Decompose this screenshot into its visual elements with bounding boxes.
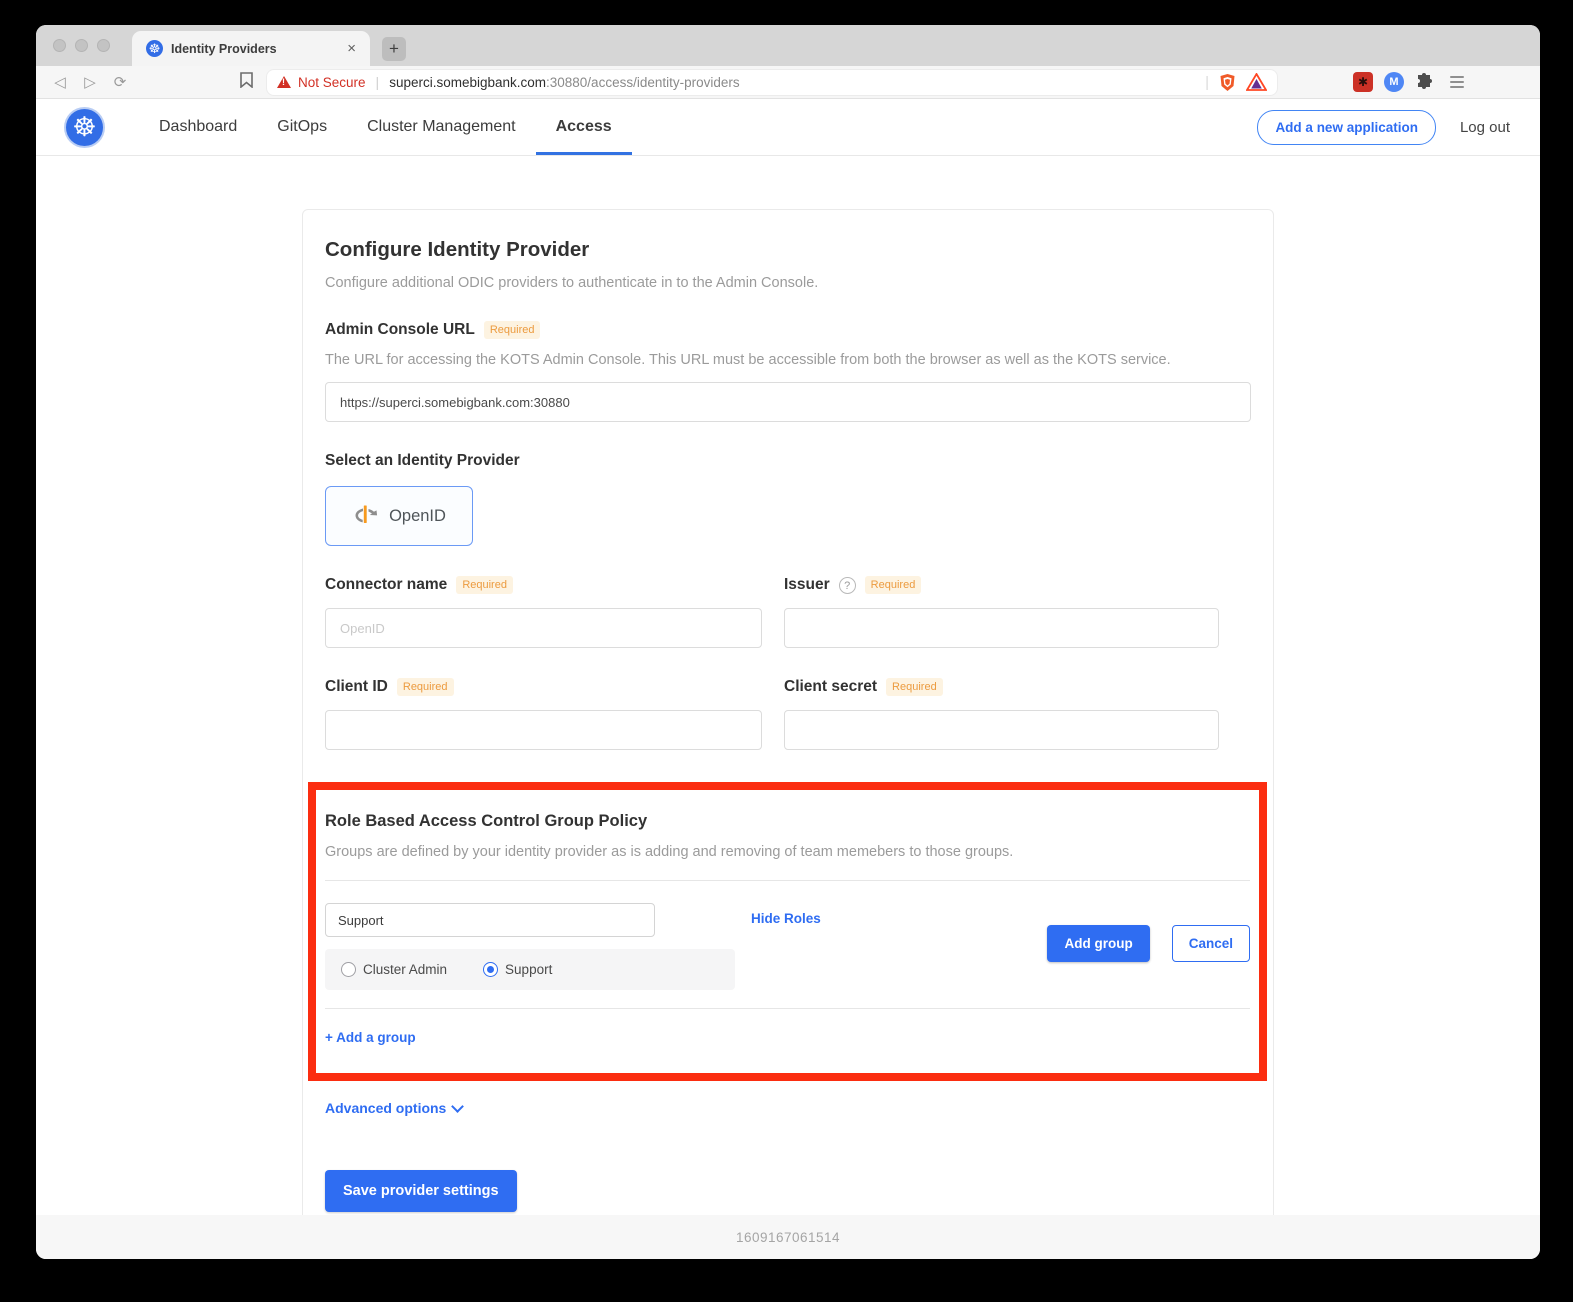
warning-triangle-icon	[277, 76, 291, 88]
save-provider-settings-button[interactable]: Save provider settings	[325, 1170, 517, 1212]
connector-name-label: Connector name	[325, 576, 447, 594]
select-provider-label: Select an Identity Provider	[325, 452, 520, 470]
issuer-input[interactable]	[784, 608, 1219, 648]
page-footer: 1609167061514	[36, 1215, 1540, 1259]
bat-triangle-icon[interactable]	[1246, 73, 1267, 91]
cancel-button[interactable]: Cancel	[1172, 925, 1250, 962]
divider	[325, 1008, 1250, 1009]
tab-strip: ☸ Identity Providers × +	[36, 25, 1540, 66]
back-icon[interactable]: ◁	[48, 73, 72, 91]
chevron-down-icon	[451, 1100, 464, 1113]
page-content: Configure Identity Provider Configure ad…	[36, 156, 1540, 1215]
client-id-label: Client ID	[325, 678, 388, 696]
identity-provider-card: Configure Identity Provider Configure ad…	[302, 209, 1274, 1215]
page-title: Configure Identity Provider	[325, 238, 1251, 262]
browser-toolbar: ◁ ▷ ⟳ Not Secure | superci.somebigbank.c…	[36, 66, 1540, 99]
advanced-options-toggle[interactable]: Advanced options	[325, 1100, 1251, 1116]
kubernetes-favicon-icon: ☸	[146, 40, 163, 57]
not-secure-label[interactable]: Not Secure	[298, 75, 366, 90]
minimize-window-icon[interactable]	[75, 39, 88, 52]
zoom-window-icon[interactable]	[97, 39, 110, 52]
logout-link[interactable]: Log out	[1460, 119, 1510, 136]
footer-timestamp: 1609167061514	[736, 1230, 840, 1245]
extensions-puzzle-icon[interactable]	[1415, 73, 1433, 91]
nav-item-dashboard[interactable]: Dashboard	[139, 99, 257, 155]
browser-tab[interactable]: ☸ Identity Providers ×	[132, 31, 370, 66]
browser-window: ☸ Identity Providers × + ◁ ▷ ⟳ Not Secur…	[36, 25, 1540, 1259]
role-cluster-admin-label: Cluster Admin	[363, 962, 447, 977]
admin-console-url-input[interactable]	[325, 382, 1251, 422]
nav-item-cluster-management[interactable]: Cluster Management	[347, 99, 536, 155]
extension-red-icon[interactable]: ✱	[1353, 72, 1373, 92]
bookmark-icon[interactable]	[240, 72, 253, 93]
close-window-icon[interactable]	[53, 39, 66, 52]
brave-shield-icon[interactable]	[1219, 73, 1236, 92]
nav-item-gitops[interactable]: GitOps	[257, 99, 347, 155]
address-bar[interactable]: Not Secure | superci.somebigbank.com:308…	[267, 70, 1277, 95]
kubernetes-logo-icon[interactable]: ☸	[66, 109, 103, 146]
url-path: :30880/access/identity-providers	[546, 75, 740, 90]
required-badge: Required	[865, 576, 922, 594]
close-tab-icon[interactable]: ×	[343, 40, 360, 57]
issuer-label: Issuer	[784, 576, 830, 594]
required-badge: Required	[397, 678, 454, 696]
group-name-input[interactable]	[325, 903, 655, 937]
new-tab-button[interactable]: +	[382, 37, 406, 61]
connector-name-input[interactable]	[325, 608, 762, 648]
radio-checked-icon	[483, 962, 498, 977]
openid-logo-icon	[352, 502, 380, 530]
menu-icon[interactable]	[1450, 76, 1464, 88]
rbac-group-policy-section: Role Based Access Control Group Policy G…	[308, 782, 1267, 1081]
roles-radio-group: Cluster Admin Support	[325, 949, 735, 990]
rbac-title: Role Based Access Control Group Policy	[325, 812, 1250, 831]
required-badge: Required	[886, 678, 943, 696]
main-nav: Dashboard GitOps Cluster Management Acce…	[139, 99, 632, 155]
admin-console-url-label: Admin Console URL	[325, 321, 475, 339]
role-support-label: Support	[505, 962, 552, 977]
advanced-options-label: Advanced options	[325, 1100, 446, 1116]
client-id-input[interactable]	[325, 710, 762, 750]
add-a-group-link[interactable]: + Add a group	[325, 1030, 416, 1045]
client-secret-input[interactable]	[784, 710, 1219, 750]
openid-provider-label: OpenID	[389, 507, 446, 526]
url-right-separator: |	[1205, 74, 1209, 91]
required-badge: Required	[456, 576, 513, 594]
divider	[325, 880, 1250, 881]
url-host: superci.somebigbank.com	[389, 75, 546, 90]
help-question-icon[interactable]: ?	[839, 577, 856, 594]
hide-roles-link[interactable]: Hide Roles	[751, 911, 821, 926]
openid-provider-tile[interactable]: OpenID	[325, 486, 473, 546]
page-subtitle: Configure additional ODIC providers to a…	[325, 275, 1251, 291]
add-new-application-button[interactable]: Add a new application	[1257, 110, 1436, 145]
extension-m-icon[interactable]: M	[1384, 72, 1404, 92]
radio-unchecked-icon	[341, 962, 356, 977]
app-header: ☸ Dashboard GitOps Cluster Management Ac…	[36, 99, 1540, 156]
url-separator: |	[376, 74, 380, 90]
add-group-button[interactable]: Add group	[1047, 925, 1149, 962]
forward-icon[interactable]: ▷	[78, 73, 102, 91]
admin-console-url-help: The URL for accessing the KOTS Admin Con…	[325, 352, 1251, 368]
role-cluster-admin-radio[interactable]: Cluster Admin	[341, 962, 447, 977]
role-support-radio[interactable]: Support	[483, 962, 552, 977]
window-controls	[36, 39, 132, 52]
required-badge: Required	[484, 321, 541, 339]
nav-item-access[interactable]: Access	[536, 99, 632, 155]
rbac-subtitle: Groups are defined by your identity prov…	[325, 844, 1250, 860]
client-secret-label: Client secret	[784, 678, 877, 696]
tab-title: Identity Providers	[171, 42, 335, 56]
reload-icon[interactable]: ⟳	[108, 73, 132, 91]
